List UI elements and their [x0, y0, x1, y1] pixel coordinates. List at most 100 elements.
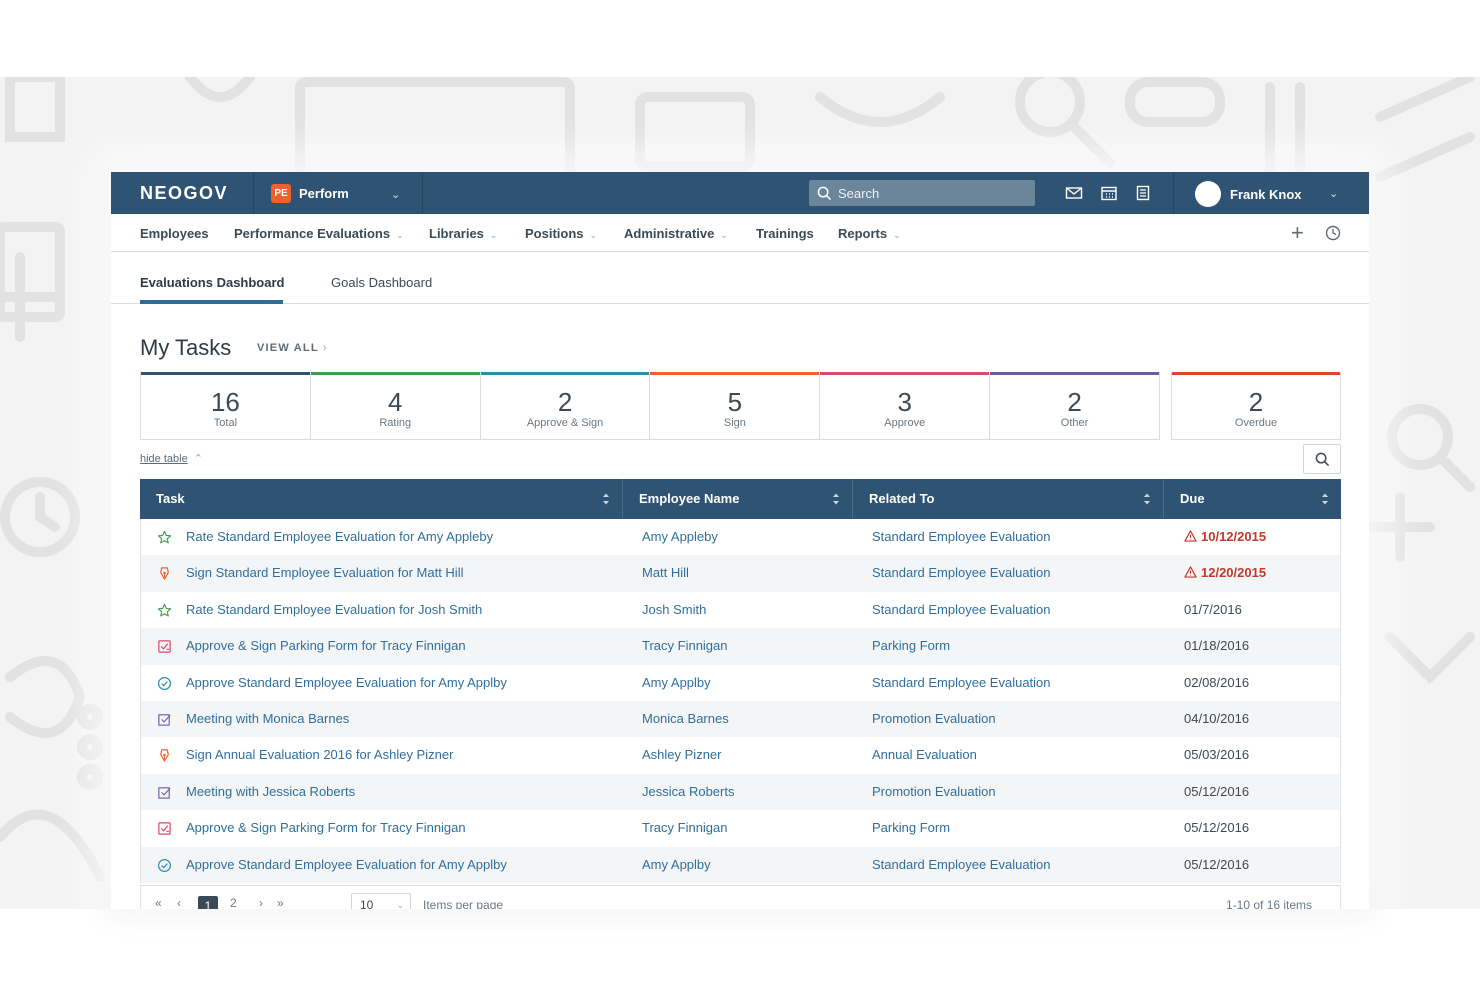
employee-link[interactable]: Tracy Finnigan — [642, 628, 728, 664]
card-color-bar — [1172, 372, 1340, 375]
related-link[interactable]: Parking Form — [872, 628, 950, 664]
column-header-task[interactable]: Task — [140, 479, 623, 519]
employee-link[interactable]: Amy Applby — [642, 847, 711, 883]
first-page-button[interactable]: « — [155, 896, 162, 909]
related-link[interactable]: Promotion Evaluation — [872, 774, 996, 810]
nav-item-administrative[interactable]: Administrative ⌄ — [624, 226, 728, 241]
task-link[interactable]: Approve & Sign Parking Form for Tracy Fi… — [186, 810, 466, 846]
related-link[interactable]: Annual Evaluation — [872, 737, 977, 773]
table-row[interactable]: Approve & Sign Parking Form for Tracy Fi… — [140, 810, 1341, 847]
table-row[interactable]: Sign Standard Employee Evaluation for Ma… — [140, 555, 1341, 592]
table-row[interactable]: Approve Standard Employee Evaluation for… — [140, 846, 1341, 883]
due-date: 05/12/2016 — [1184, 847, 1249, 883]
add-icon[interactable]: + — [1291, 220, 1304, 246]
task-link[interactable]: Meeting with Monica Barnes — [186, 701, 349, 737]
task-card-rating[interactable]: 4 Rating — [310, 372, 481, 439]
clock-icon[interactable] — [1325, 225, 1341, 241]
tab-goals-dashboard[interactable]: Goals Dashboard — [331, 275, 432, 290]
nav-item-employees[interactable]: Employees — [140, 226, 209, 241]
employee-link[interactable]: Josh Smith — [642, 592, 706, 628]
sort-icon — [833, 493, 839, 505]
chevron-down-icon: ⌄ — [391, 189, 401, 201]
related-link[interactable]: Parking Form — [872, 810, 950, 846]
task-link[interactable]: Sign Standard Employee Evaluation for Ma… — [186, 555, 463, 591]
check-circle-icon — [157, 858, 172, 873]
task-link[interactable]: Approve Standard Employee Evaluation for… — [186, 847, 507, 883]
nav-item-positions[interactable]: Positions ⌄ — [525, 226, 597, 241]
employee-link[interactable]: Tracy Finnigan — [642, 810, 728, 846]
task-link[interactable]: Sign Annual Evaluation 2016 for Ashley P… — [186, 737, 453, 773]
nav-item-trainings[interactable]: Trainings — [756, 226, 814, 241]
nav-label: Libraries — [429, 226, 484, 241]
neogov-logo[interactable]: NEOGOV — [140, 183, 228, 204]
due-date-value: 05/12/2016 — [1184, 783, 1250, 799]
employee-link[interactable]: Monica Barnes — [642, 701, 729, 737]
related-link[interactable]: Promotion Evaluation — [872, 701, 996, 737]
task-card-approve[interactable]: 3 Approve — [820, 372, 991, 439]
due-date-value: 12/20/2015 — [1201, 565, 1267, 581]
tasks-table: Task Employee Name Related To Due Rate S… — [140, 479, 1341, 883]
search-box[interactable] — [809, 180, 1035, 206]
employee-link[interactable]: Matt Hill — [642, 555, 689, 591]
product-badge: PE — [271, 184, 291, 203]
chevron-down-icon: ⌄ — [396, 230, 404, 240]
employee-link[interactable]: Amy Appleby — [642, 519, 718, 555]
table-search-button[interactable] — [1303, 444, 1341, 474]
employee-link[interactable]: Amy Applby — [642, 665, 711, 701]
related-link[interactable]: Standard Employee Evaluation — [872, 519, 1051, 555]
nav-item-performance-evaluations[interactable]: Performance Evaluations ⌄ — [234, 226, 404, 241]
sort-icon — [1322, 493, 1328, 505]
table-row[interactable]: Rate Standard Employee Evaluation for Jo… — [140, 591, 1341, 629]
table-row[interactable]: Approve Standard Employee Evaluation for… — [140, 664, 1341, 701]
related-link[interactable]: Standard Employee Evaluation — [872, 665, 1051, 701]
hide-table-toggle[interactable]: hide table ⌃ — [140, 452, 203, 465]
page-1-button[interactable]: 1 — [198, 896, 218, 909]
nav-item-reports[interactable]: Reports ⌄ — [838, 226, 901, 241]
nav-item-libraries[interactable]: Libraries ⌄ — [429, 226, 497, 241]
next-page-button[interactable]: › — [259, 896, 263, 909]
task-card-other[interactable]: 2 Other — [990, 372, 1159, 439]
calendar-icon[interactable] — [1100, 185, 1118, 201]
table-row[interactable]: Approve & Sign Parking Form for Tracy Fi… — [140, 628, 1341, 665]
search-input[interactable] — [838, 185, 1028, 201]
task-card-approve-sign[interactable]: 2 Approve & Sign — [480, 372, 651, 439]
due-date-value: 05/12/2016 — [1184, 820, 1250, 836]
related-link[interactable]: Standard Employee Evaluation — [872, 592, 1051, 628]
user-menu[interactable]: Frank Knox — [1195, 181, 1302, 207]
card-count: 4 — [388, 387, 403, 417]
related-link[interactable]: Standard Employee Evaluation — [872, 555, 1051, 591]
page-2-button[interactable]: 2 — [230, 896, 237, 909]
prev-page-button[interactable]: ‹ — [177, 896, 181, 909]
last-page-button[interactable]: » — [277, 896, 284, 909]
card-color-bar — [650, 372, 820, 375]
task-link[interactable]: Rate Standard Employee Evaluation for Jo… — [186, 592, 482, 628]
task-link[interactable]: Rate Standard Employee Evaluation for Am… — [186, 519, 493, 555]
related-link[interactable]: Standard Employee Evaluation — [872, 847, 1051, 883]
task-card-sign[interactable]: 5 Sign — [650, 372, 821, 439]
task-link[interactable]: Approve Standard Employee Evaluation for… — [186, 665, 507, 701]
section-title: My Tasks — [140, 335, 232, 360]
mail-icon[interactable] — [1065, 185, 1083, 201]
items-per-page-select[interactable]: 10 ⌄ — [351, 893, 411, 909]
column-header-related-to[interactable]: Related To — [853, 479, 1164, 519]
notes-icon[interactable] — [1134, 185, 1152, 201]
employee-link[interactable]: Jessica Roberts — [642, 774, 734, 810]
table-row[interactable]: Rate Standard Employee Evaluation for Am… — [140, 519, 1341, 556]
table-row[interactable]: Meeting with Jessica Roberts Jessica Robe… — [140, 773, 1341, 811]
column-header-employee-name[interactable]: Employee Name — [623, 479, 853, 519]
task-card-overdue[interactable]: 2 Overdue — [1171, 372, 1341, 440]
employee-link[interactable]: Ashley Pizner — [642, 737, 721, 773]
table-row[interactable]: Meeting with Monica Barnes Monica Barnes P… — [140, 700, 1341, 738]
task-link[interactable]: Meeting with Jessica Roberts — [186, 774, 355, 810]
product-switcher[interactable]: PE Perform ⌄ — [271, 184, 400, 203]
view-all-label: VIEW ALL — [257, 342, 319, 354]
task-link[interactable]: Approve & Sign Parking Form for Tracy Fi… — [186, 628, 466, 664]
chevron-down-icon[interactable]: ⌄ — [1329, 187, 1338, 200]
card-count: 3 — [897, 387, 912, 417]
table-row[interactable]: Sign Annual Evaluation 2016 for Ashley P… — [140, 737, 1341, 774]
tab-evaluations-dashboard[interactable]: Evaluations Dashboard — [140, 275, 284, 290]
task-card-total[interactable]: 16 Total — [141, 372, 311, 439]
column-header-due[interactable]: Due — [1164, 479, 1341, 519]
view-all-link[interactable]: VIEW ALL › — [257, 342, 328, 354]
card-color-bar — [141, 372, 310, 375]
